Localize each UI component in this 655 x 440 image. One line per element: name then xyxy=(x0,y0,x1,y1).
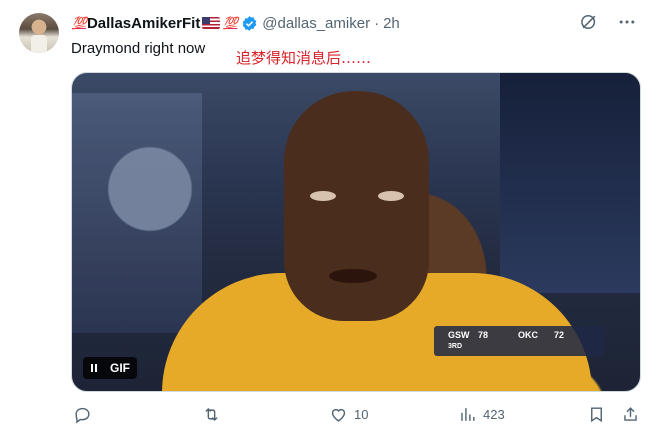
tweet-text: Draymond right now xyxy=(71,40,206,57)
separator-dot: · xyxy=(374,14,380,32)
background-crowd-right xyxy=(500,73,640,293)
display-name[interactable]: DallasAmikerFit xyxy=(87,15,200,32)
scorebug-period: 3RD xyxy=(448,343,463,350)
user-handle[interactable]: @dallas_amiker xyxy=(262,15,370,32)
scorebug-team-left: GSW xyxy=(448,330,470,340)
verified-badge-icon[interactable] xyxy=(241,15,258,32)
scorebug: GSW 78 OKC 72 3RD xyxy=(434,326,604,356)
retweet-icon xyxy=(205,407,218,422)
scorebug-score-right: 72 xyxy=(554,330,565,340)
bookmark-icon xyxy=(591,407,602,423)
bookmark-button[interactable] xyxy=(587,405,606,424)
more-icon[interactable] xyxy=(617,12,637,37)
tweet-actions: 10 423 xyxy=(71,405,641,431)
views-count: 423 xyxy=(483,407,505,422)
player-head xyxy=(284,91,429,321)
reply-button[interactable] xyxy=(73,405,98,424)
share-icon xyxy=(624,407,637,421)
like-count: 10 xyxy=(354,407,369,422)
gif-badge[interactable]: GIF xyxy=(83,357,137,379)
scorebug-score-left: 78 xyxy=(478,330,489,340)
mouth xyxy=(329,269,377,283)
retweet-button[interactable] xyxy=(202,405,227,424)
us-flag-icon xyxy=(202,17,221,29)
scorebug-team-right: OKC xyxy=(518,330,538,340)
pause-icon[interactable] xyxy=(83,357,105,379)
background-crowd-left xyxy=(72,93,202,333)
hundred-emoji-after: 💯 xyxy=(223,16,238,30)
avatar[interactable] xyxy=(19,13,59,53)
heart-icon xyxy=(331,408,346,422)
gif-media[interactable]: GSW 78 OKC 72 3RD xyxy=(71,72,641,392)
grok-icon[interactable] xyxy=(579,12,599,37)
eye-right xyxy=(378,191,404,201)
tweet-top-actions xyxy=(579,12,637,37)
views-icon xyxy=(461,408,475,421)
like-button[interactable]: 10 xyxy=(329,405,368,424)
timestamp[interactable]: 2h xyxy=(383,15,400,32)
tweet-header: 💯 DallasAmikerFit 💯 @dallas_amiker · 2h xyxy=(71,12,400,34)
views-button[interactable]: 423 xyxy=(458,405,505,424)
overlay-caption: 追梦得知消息后…… xyxy=(236,49,372,67)
eye-left xyxy=(310,191,336,201)
gif-label: GIF xyxy=(110,361,130,375)
reply-icon xyxy=(75,407,90,424)
share-button[interactable] xyxy=(621,405,640,424)
hundred-emoji: 💯 xyxy=(72,16,87,30)
